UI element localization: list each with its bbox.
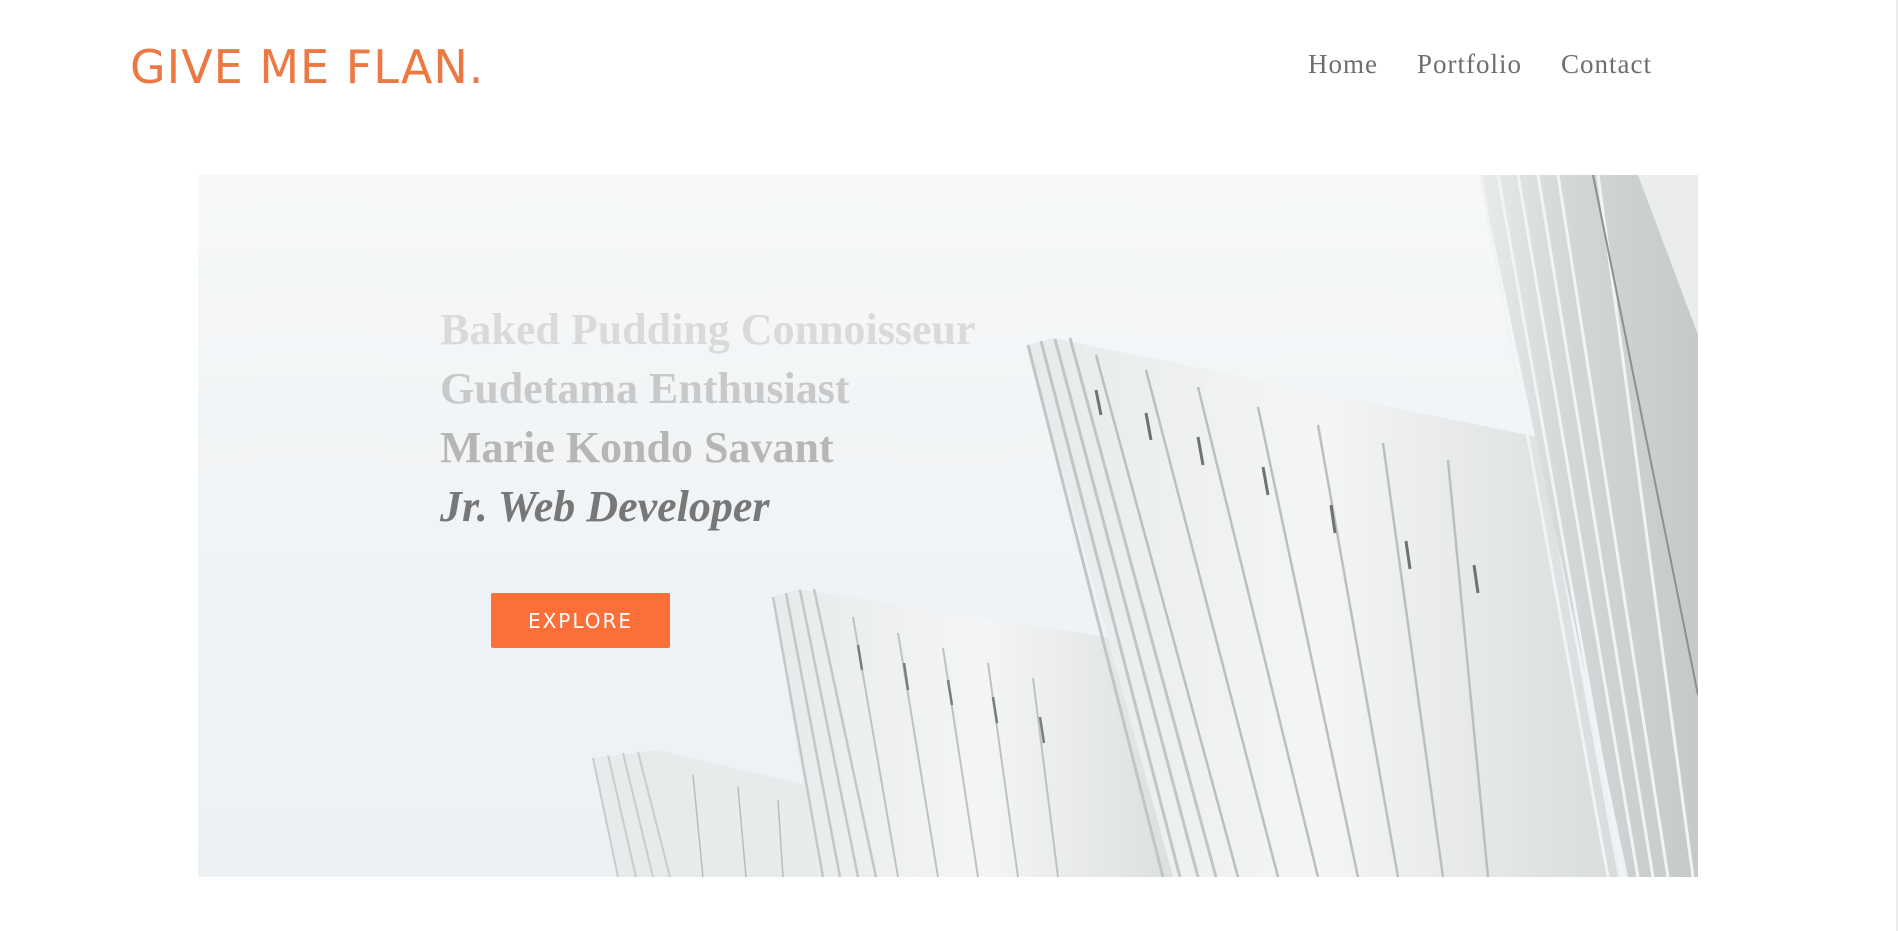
tagline-marie-kondo: Marie Kondo Savant — [440, 423, 834, 472]
tagline-web-developer: Jr. Web Developer — [440, 482, 770, 531]
tagline-baked-pudding: Baked Pudding Connoisseur — [440, 305, 976, 354]
tagline-gudetama: Gudetama Enthusiast — [440, 364, 850, 413]
hero-taglines: Baked Pudding Connoisseur Gudetama Enthu… — [440, 300, 976, 536]
nav-contact-link[interactable]: Contact — [1561, 44, 1652, 84]
nav-home-link[interactable]: Home — [1308, 44, 1378, 84]
main-nav: Home Portfolio Contact — [1308, 44, 1652, 84]
nav-portfolio-link[interactable]: Portfolio — [1417, 44, 1522, 84]
explore-button[interactable]: EXPLORE — [491, 593, 670, 648]
hero-banner: Baked Pudding Connoisseur Gudetama Enthu… — [198, 175, 1698, 877]
site-logo[interactable]: GIVE ME FLAN. — [130, 36, 484, 98]
page: GIVE ME FLAN. Home Portfolio Contact Bak… — [0, 0, 1898, 931]
